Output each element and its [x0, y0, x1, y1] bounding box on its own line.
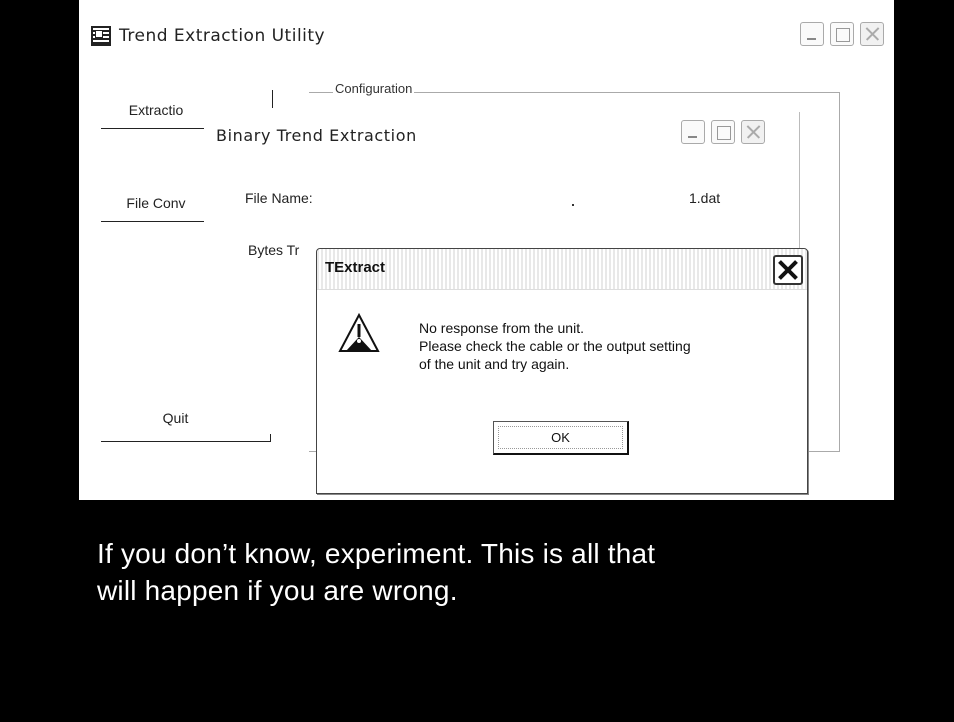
warning-icon — [338, 312, 380, 352]
extraction-button[interactable]: Extractio — [101, 102, 211, 129]
message-line: of the unit and try again. — [419, 356, 570, 372]
app-icon — [91, 26, 111, 46]
close-button[interactable] — [741, 120, 765, 144]
error-dialog: TExtract No response from the unit. Plea… — [316, 248, 808, 494]
file-conversion-button[interactable]: File Conv — [101, 195, 211, 222]
main-window-title: Trend Extraction Utility — [119, 26, 326, 46]
dialog-title: TExtract — [325, 259, 386, 276]
application-screenshot: Trend Extraction Utility Configuration E… — [79, 0, 894, 500]
child-window-title: Binary Trend Extraction — [216, 126, 417, 145]
configuration-legend: Configuration — [333, 81, 415, 96]
maximize-button[interactable] — [830, 22, 854, 46]
ok-button[interactable]: OK — [493, 421, 629, 455]
child-window-controls — [681, 120, 765, 144]
caption-line: will happen if you are wrong. — [97, 575, 458, 606]
dialog-close-button[interactable] — [773, 255, 803, 285]
minimize-button[interactable] — [681, 120, 705, 144]
main-window-controls — [800, 22, 884, 46]
file-name-label: File Name: — [245, 190, 313, 206]
file-name-value: 1.dat — [689, 190, 721, 206]
maximize-button[interactable] — [711, 120, 735, 144]
separator-dot — [572, 204, 574, 206]
bytes-transferred-label: Bytes Tr — [248, 242, 300, 258]
main-window-titlebar: Trend Extraction Utility — [91, 22, 325, 50]
minimize-button[interactable] — [800, 22, 824, 46]
dialog-titlebar: TExtract — [317, 249, 807, 290]
caption-line: If you don’t know, experiment. This is a… — [97, 538, 656, 569]
message-line: Please check the cable or the output set… — [419, 338, 691, 354]
message-line: No response from the unit. — [419, 320, 584, 336]
close-button[interactable] — [860, 22, 884, 46]
slide-caption: If you don’t know, experiment. This is a… — [97, 535, 917, 609]
dialog-message: No response from the unit. Please check … — [419, 319, 691, 373]
divider — [272, 90, 273, 108]
